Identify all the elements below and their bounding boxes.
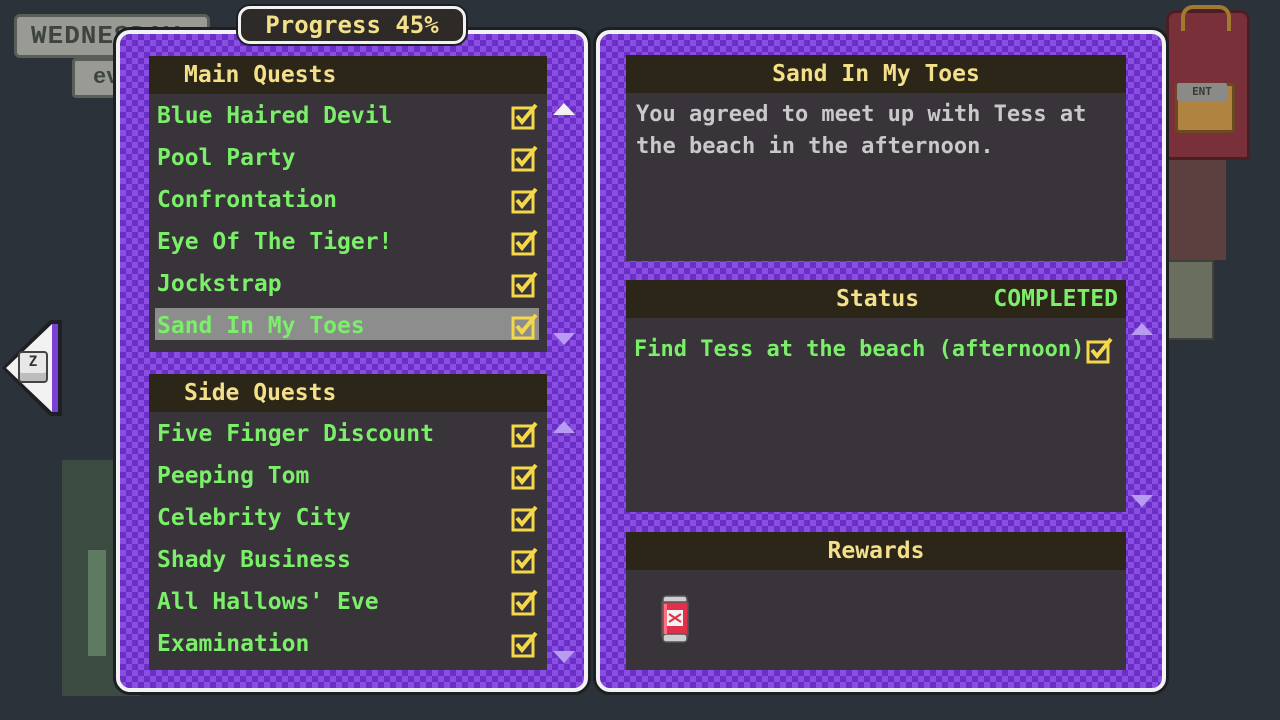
quest-label: Eye Of The Tiger!	[157, 229, 393, 255]
quest-label: Pool Party	[157, 145, 296, 171]
quest-row[interactable]: Jockstrap	[149, 263, 547, 305]
rewards-box: Rewards	[626, 532, 1126, 670]
backpack-tag: ENT	[1177, 83, 1227, 101]
background-bench	[86, 548, 108, 658]
quest-row[interactable]: Sand In My Toes	[149, 305, 547, 347]
quest-row[interactable]: Shady Business	[149, 539, 547, 581]
quest-row[interactable]: Eye Of The Tiger!	[149, 221, 547, 263]
objective-label: Find Tess at the beach (afternoon)	[634, 337, 1085, 362]
quest-description-box: Sand In My Toes You agreed to meet up wi…	[626, 55, 1126, 261]
checkbox-checked-icon	[511, 229, 538, 256]
quest-row[interactable]: Blue Haired Devil	[149, 95, 547, 137]
status-value: COMPLETED	[993, 286, 1118, 312]
quest-label: Five Finger Discount	[157, 421, 434, 447]
quest-label: Confrontation	[157, 187, 338, 213]
quest-status-box: Status COMPLETED Find Tess at the beach …	[626, 280, 1126, 512]
side-quests-list: Five Finger Discount Peeping Tom Celebrity…	[149, 413, 547, 665]
side-quests-box: Side Quests Five Finger Discount Peeping …	[149, 374, 547, 670]
checkbox-checked-icon	[511, 463, 538, 490]
quest-label: All Hallows' Eve	[157, 589, 379, 615]
status-label: Status	[836, 286, 920, 312]
status-header: Status COMPLETED	[626, 280, 1126, 318]
quest-label: Celebrity City	[157, 505, 351, 531]
z-key-icon: Z	[18, 351, 48, 383]
checkbox-checked-icon	[511, 421, 538, 448]
quest-row[interactable]: Celebrity City	[149, 497, 547, 539]
main-quests-title: Main Quests	[149, 56, 547, 94]
checkbox-checked-icon	[1086, 337, 1113, 364]
quest-label: Peeping Tom	[157, 463, 310, 489]
backpack-icon: ENT	[1166, 5, 1250, 160]
checkbox-checked-icon	[511, 631, 538, 658]
main-scroll-up-icon[interactable]	[552, 102, 576, 116]
checkbox-checked-icon	[511, 103, 538, 130]
quest-row[interactable]: Pool Party	[149, 137, 547, 179]
quest-label: Examination	[157, 631, 310, 657]
background-wall	[1166, 160, 1226, 260]
soda-can-icon[interactable]	[660, 594, 690, 644]
checkbox-checked-icon	[511, 313, 538, 340]
checkbox-checked-icon	[511, 547, 538, 574]
quest-row[interactable]: Five Finger Discount	[149, 413, 547, 455]
checkbox-checked-icon	[511, 505, 538, 532]
quest-label: Sand In My Toes	[157, 313, 365, 339]
rewards-title: Rewards	[626, 532, 1126, 570]
quest-detail-title: Sand In My Toes	[626, 55, 1126, 93]
checkbox-checked-icon	[511, 187, 538, 214]
checkbox-checked-icon	[511, 271, 538, 298]
main-scroll-down-icon[interactable]	[552, 332, 576, 346]
quest-label: Jockstrap	[157, 271, 282, 297]
backpack-strap	[1181, 5, 1231, 31]
main-quests-list: Blue Haired Devil Pool Party Confrontation…	[149, 95, 547, 347]
objective-item: Find Tess at the beach (afternoon)	[634, 330, 1118, 370]
side-scroll-up-icon[interactable]	[552, 420, 576, 434]
quest-row[interactable]: Confrontation	[149, 179, 547, 221]
progress-badge: Progress 45%	[238, 6, 466, 44]
quest-label: Shady Business	[157, 547, 351, 573]
quest-row[interactable]: All Hallows' Eve	[149, 581, 547, 623]
side-scroll-down-icon[interactable]	[552, 650, 576, 664]
status-scroll-up-icon[interactable]	[1130, 322, 1154, 336]
quest-label: Blue Haired Devil	[157, 103, 393, 129]
side-quests-title: Side Quests	[149, 374, 547, 412]
checkbox-checked-icon	[511, 145, 538, 172]
background-desk	[1166, 260, 1214, 340]
quest-row[interactable]: Peeping Tom	[149, 455, 547, 497]
checkbox-checked-icon	[511, 589, 538, 616]
quest-description: You agreed to meet up with Tess at the b…	[636, 102, 1087, 159]
quest-row[interactable]: Examination	[149, 623, 547, 665]
main-quests-box: Main Quests Blue Haired Devil Pool Party C…	[149, 56, 547, 352]
status-scroll-down-icon[interactable]	[1130, 494, 1154, 508]
